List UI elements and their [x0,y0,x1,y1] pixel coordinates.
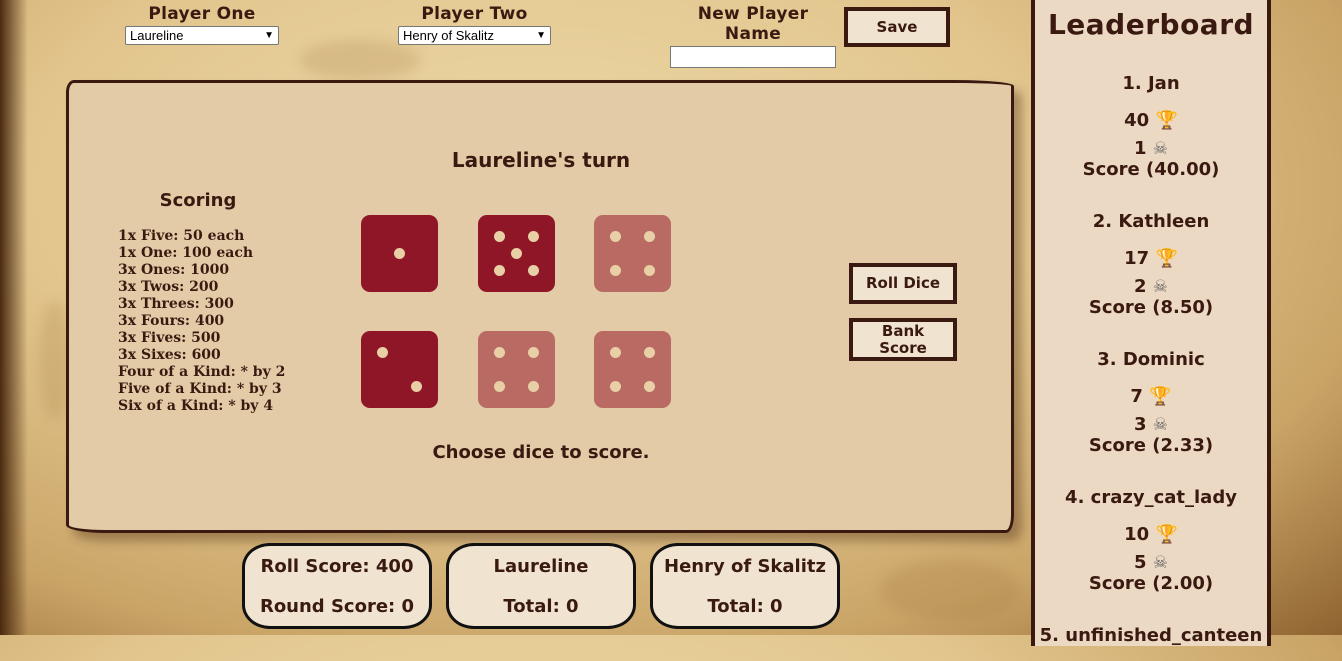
player-one-total: Total: 0 [503,596,579,617]
die-4[interactable] [361,331,438,408]
die-6[interactable] [594,331,671,408]
die-pip [610,265,621,276]
entry-losses: 3 [1133,414,1147,435]
skull-icon: ☠ [1152,553,1169,573]
player-two-selected: Henry of Skalitz [403,28,495,43]
turn-title: Laureline's turn [451,148,631,172]
die-pip [394,248,405,259]
leaderboard-panel[interactable]: Leaderboard 1. Jan 40 🏆 1 ☠ Score (40.00… [1031,0,1271,646]
scoring-rules: 1x Five: 50 each 1x One: 100 each 3x One… [118,228,285,415]
entry-wins: 10 [1124,524,1150,545]
leaderboard-entry: 2. Kathleen 17 🏆 2 ☠ Score (8.50) [1035,210,1267,319]
rule-line: 3x Fives: 500 [118,330,221,346]
die-pip [644,381,655,392]
new-player-group: New Player Name [670,4,836,68]
rule-line: Six of a Kind: * by 4 [118,398,274,414]
chevron-down-icon: ▼ [536,30,546,41]
player-two-select[interactable]: Henry of Skalitz ▼ [398,26,551,45]
die-pip [528,231,539,242]
entry-name: 2. Kathleen [1092,211,1210,232]
die-5[interactable] [478,331,555,408]
entry-score: Score (2.00) [1088,573,1214,594]
die-3[interactable] [594,215,671,292]
die-1[interactable] [361,215,438,292]
die-pip [528,265,539,276]
new-player-name-input[interactable] [670,46,836,68]
leaderboard-entry: 4. crazy_cat_lady 10 🏆 5 ☠ Score (2.00) [1035,486,1267,595]
new-player-label: New Player Name [697,4,809,44]
player-two-group: Player Two Henry of Skalitz ▼ [398,4,551,45]
entry-name: 4. crazy_cat_lady [1065,487,1237,508]
skull-icon: ☠ [1152,139,1169,159]
leaderboard-entry: 1. Jan 40 🏆 1 ☠ Score (40.00) [1035,72,1267,181]
rule-line: 1x Five: 50 each [118,228,245,244]
die-2[interactable] [478,215,555,292]
skull-icon: ☠ [1152,277,1169,297]
die-pip [644,231,655,242]
entry-score: Score (40.00) [1082,159,1220,180]
rule-line: 3x Sixes: 600 [118,347,221,363]
die-pip [411,381,422,392]
player-two-label: Player Two [421,4,528,24]
rule-line: 3x Ones: 1000 [118,262,230,278]
die-pip [610,231,621,242]
status-message: Choose dice to score. [432,442,650,463]
die-pip [377,347,388,358]
die-pip [644,347,655,358]
player-one-group: Player One Laureline ▼ [125,4,279,45]
die-pip [528,381,539,392]
roll-score-card: Roll Score: 400 Round Score: 0 [242,543,432,629]
rule-line: 3x Fours: 400 [118,313,225,329]
bank-score-button[interactable]: Bank Score [849,318,957,361]
rule-line: Four of a Kind: * by 2 [118,364,286,380]
roll-score: Roll Score: 400 [260,556,414,577]
entry-score: Score (2.33) [1088,435,1214,456]
trophy-icon: 🏆 [1155,248,1178,269]
player-two-name: Henry of Skalitz [664,556,826,577]
entry-name: 1. Jan [1122,73,1180,94]
player-one-card: Laureline Total: 0 [446,543,636,629]
rule-line: 3x Threes: 300 [118,296,234,312]
die-pip [494,231,505,242]
player-one-selected: Laureline [130,28,184,43]
player-two-total: Total: 0 [707,596,783,617]
entry-name: 3. Dominic [1097,349,1205,370]
die-pip [610,347,621,358]
round-score: Round Score: 0 [259,596,415,617]
entry-losses: 5 [1133,552,1147,573]
rule-line: 1x One: 100 each [118,245,254,261]
player-two-card: Henry of Skalitz Total: 0 [650,543,840,629]
leaderboard-title: Leaderboard [1047,8,1255,41]
rule-line: 3x Twos: 200 [118,279,219,295]
scoring-title: Scoring [159,190,237,211]
player-one-select[interactable]: Laureline ▼ [125,26,279,45]
player-one-label: Player One [148,4,256,24]
save-button[interactable]: Save [844,7,950,47]
trophy-icon: 🏆 [1155,110,1178,131]
roll-dice-button[interactable]: Roll Dice [849,263,957,304]
rule-line: Five of a Kind: * by 3 [118,381,282,397]
die-pip [494,265,505,276]
skull-icon: ☠ [1152,415,1169,435]
entry-wins: 7 [1130,386,1143,407]
trophy-icon: 🏆 [1149,386,1172,407]
die-pip [610,381,621,392]
die-pip [494,347,505,358]
chevron-down-icon: ▼ [264,30,274,41]
die-pip [644,265,655,276]
die-pip [528,347,539,358]
leaderboard-entry: 3. Dominic 7 🏆 3 ☠ Score (2.33) [1035,348,1267,457]
leaderboard-entry: 5. unfinished_canteen [1035,624,1267,661]
entry-losses: 2 [1133,276,1147,297]
player-one-name: Laureline [493,556,589,577]
parchment-edge [0,0,28,635]
entry-losses: 1 [1133,138,1147,159]
entry-wins: 40 [1124,110,1150,131]
entry-wins: 17 [1124,248,1150,269]
trophy-icon: 🏆 [1155,524,1178,545]
entry-score: Score (8.50) [1088,297,1214,318]
die-pip [511,248,522,259]
die-pip [494,381,505,392]
entry-name: 5. unfinished_canteen [1039,625,1263,646]
